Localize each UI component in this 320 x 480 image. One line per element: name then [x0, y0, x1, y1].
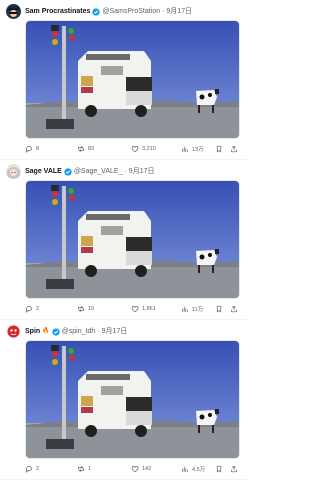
- verified-icon: [92, 7, 101, 16]
- handle[interactable]: @Sage_VALE_: [74, 166, 123, 177]
- repost-icon: [78, 145, 84, 153]
- views-count: 4.5万: [192, 467, 206, 473]
- bookmark-icon: [216, 145, 222, 153]
- bookmark-icon: [216, 465, 222, 473]
- display-name[interactable]: Sam Procrastinates: [25, 6, 90, 17]
- like-count: 3,210: [142, 146, 156, 152]
- heart-icon: [131, 305, 139, 313]
- fire-icon: 🔥: [42, 328, 50, 334]
- bookmark-button[interactable]: [215, 305, 223, 313]
- handle[interactable]: @SamsProStation: [102, 6, 160, 17]
- repost-button[interactable]: 83: [77, 145, 94, 153]
- like-count: 142: [142, 466, 152, 472]
- post-date[interactable]: 9月17日: [102, 326, 128, 337]
- views-button[interactable]: 4.5万: [181, 465, 205, 473]
- post-image[interactable]: [25, 180, 240, 299]
- reply-icon: [26, 466, 32, 473]
- post[interactable]: Sage VALE @Sage_VALE_ · 9月17日 2 10 1,861…: [0, 160, 246, 320]
- reply-icon: [26, 306, 32, 313]
- avatar[interactable]: [6, 4, 21, 19]
- separator-dot: ·: [162, 8, 165, 15]
- share-icon: [231, 305, 237, 313]
- like-button[interactable]: 142: [131, 465, 151, 473]
- bookmark-icon: [216, 305, 222, 313]
- views-count: 11万: [192, 307, 204, 313]
- avatar[interactable]: [6, 324, 21, 339]
- post-date[interactable]: 9月17日: [129, 166, 155, 177]
- display-name[interactable]: Spin: [25, 326, 40, 337]
- avatar[interactable]: [6, 164, 21, 179]
- share-icon: [231, 145, 237, 153]
- like-button[interactable]: 1,861: [131, 305, 156, 313]
- display-name[interactable]: Sage VALE: [25, 166, 62, 177]
- verified-icon: [64, 167, 72, 176]
- post-header: Sam Procrastinates @SamsProStation · 9月1…: [25, 6, 242, 17]
- bookmark-button[interactable]: [215, 465, 223, 473]
- heart-icon: [131, 145, 139, 153]
- views-icon: [182, 306, 188, 312]
- repost-count: 1: [88, 466, 92, 472]
- reply-icon: [26, 146, 32, 153]
- post-header: Sage VALE @Sage_VALE_ · 9月17日: [25, 166, 242, 177]
- reply-button[interactable]: 2: [25, 465, 39, 473]
- post-date[interactable]: 9月17日: [166, 6, 192, 17]
- views-button[interactable]: 13万: [181, 145, 204, 153]
- views-count: 13万: [192, 147, 204, 153]
- repost-button[interactable]: 10: [77, 305, 94, 313]
- feed: Sam Procrastinates @SamsProStation · 9月1…: [0, 0, 246, 480]
- repost-count: 83: [88, 146, 95, 152]
- handle[interactable]: @spin_tdh: [62, 326, 96, 337]
- repost-icon: [78, 465, 84, 473]
- repost-icon: [78, 305, 84, 313]
- share-icon: [231, 465, 237, 473]
- reply-button[interactable]: 2: [25, 305, 39, 313]
- views-icon: [182, 466, 188, 472]
- bookmark-button[interactable]: [215, 145, 223, 153]
- repost-count: 10: [88, 306, 95, 312]
- like-button[interactable]: 3,210: [131, 145, 156, 153]
- post-image[interactable]: [25, 340, 240, 459]
- share-button[interactable]: [230, 305, 238, 313]
- reply-count: 2: [36, 306, 40, 312]
- repost-button[interactable]: 1: [77, 465, 91, 473]
- action-bar: 8 83 3,210 13万: [25, 143, 240, 155]
- reply-count: 2: [36, 466, 40, 472]
- separator-dot: ·: [124, 168, 127, 175]
- post-image[interactable]: [25, 20, 240, 139]
- like-count: 1,861: [142, 306, 156, 312]
- reply-button[interactable]: 8: [25, 145, 39, 153]
- reply-count: 8: [36, 146, 40, 152]
- heart-icon: [131, 465, 139, 473]
- action-bar: 2 1 142 4.5万: [25, 463, 240, 475]
- share-button[interactable]: [230, 465, 238, 473]
- separator-dot: ·: [97, 328, 100, 335]
- views-button[interactable]: 11万: [181, 305, 203, 313]
- post[interactable]: Spin 🔥 @spin_tdh · 9月17日 2 1 142 4.5万: [0, 320, 246, 480]
- views-icon: [182, 146, 188, 152]
- verified-icon: [51, 327, 60, 336]
- post[interactable]: Sam Procrastinates @SamsProStation · 9月1…: [0, 0, 246, 160]
- action-bar: 2 10 1,861 11万: [25, 303, 240, 315]
- share-button[interactable]: [230, 145, 238, 153]
- post-header: Spin 🔥 @spin_tdh · 9月17日: [25, 326, 242, 337]
